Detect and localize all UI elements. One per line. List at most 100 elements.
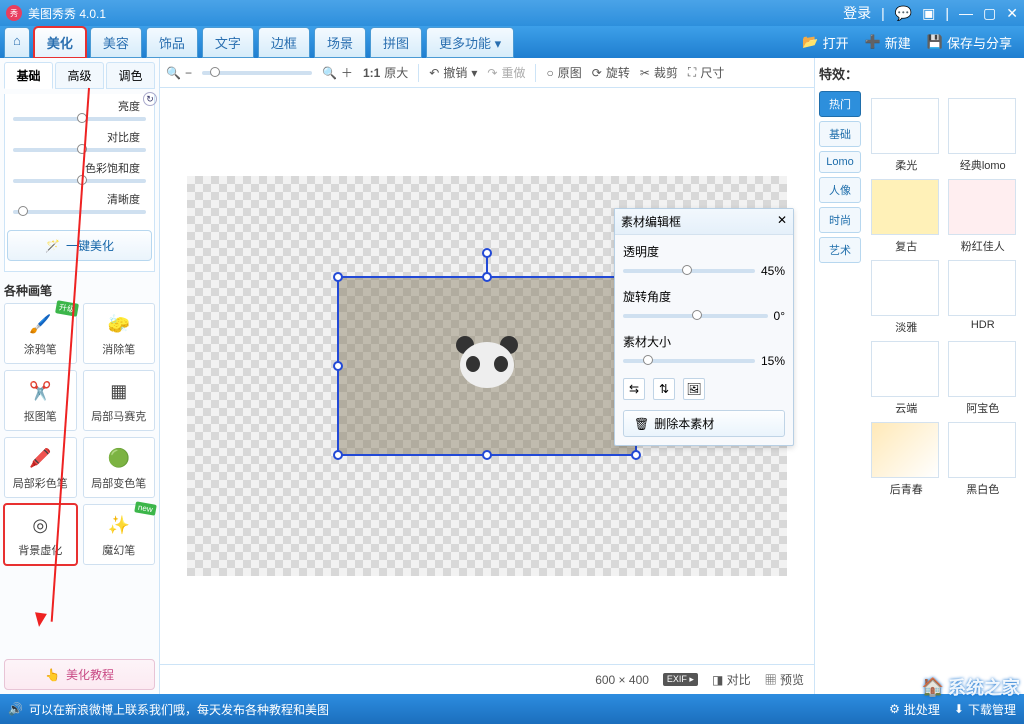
- home-icon: ⌂: [13, 33, 21, 48]
- trash-icon: 🗑: [634, 417, 649, 431]
- slider-saturation: 色彩饱和度: [7, 160, 152, 183]
- panel-close-icon[interactable]: ✕: [777, 213, 787, 230]
- save-button[interactable]: 💾保存与分享: [927, 33, 1012, 52]
- brush-eraser[interactable]: 🧽消除笔: [83, 303, 156, 364]
- fx-item[interactable]: 后青春: [871, 422, 942, 497]
- brush-colorpen[interactable]: 🖍️局部彩色笔: [4, 437, 77, 498]
- tab-frame[interactable]: 边框: [258, 27, 310, 58]
- adjust-tab-color[interactable]: 调色: [106, 62, 155, 89]
- tab-decor[interactable]: 饰品: [146, 27, 198, 58]
- fx-cat-lomo[interactable]: Lomo: [819, 151, 861, 173]
- status-message: 可以在新浪微博上联系我们哦，每天发布各种教程和美图: [29, 701, 329, 718]
- recolor-icon: 🟢: [105, 444, 133, 472]
- fx-item[interactable]: 云端: [871, 341, 942, 416]
- zoom-out-button[interactable]: 🔍−: [166, 66, 192, 80]
- rotate-slider[interactable]: [623, 314, 768, 318]
- fx-cat-art[interactable]: 艺术: [819, 237, 861, 263]
- fx-cat-portrait[interactable]: 人像: [819, 177, 861, 203]
- minimize-icon[interactable]: —: [959, 5, 973, 21]
- brush-recolor[interactable]: 🟢局部变色笔: [83, 437, 156, 498]
- flip-v-button[interactable]: ⇅: [653, 378, 675, 400]
- redo-button[interactable]: ↷重做: [487, 64, 525, 81]
- handle-bm[interactable]: [482, 450, 492, 460]
- canvas-stage[interactable]: 素材编辑框 ✕ 透明度 45% 旋转角度 0° 素材大小 15%: [160, 88, 814, 664]
- undo-button[interactable]: ↶撤销▾: [429, 64, 477, 81]
- tab-beautify[interactable]: 美化: [34, 27, 86, 58]
- statusbar: 🔊 可以在新浪微博上联系我们哦，每天发布各种教程和美图 ⚙批处理 ⬇下载管理 🏠…: [0, 694, 1024, 724]
- size-slider[interactable]: [623, 359, 755, 363]
- hand-icon: 👆: [45, 668, 60, 682]
- sliders-panel: 亮度 对比度 色彩饱和度 清晰度 🪄 一键美化: [4, 94, 155, 272]
- rotate-handle[interactable]: [482, 248, 492, 258]
- canvas-statusbar: 600 × 400 EXIF ▸ ◨ 对比 ▦ 预览: [160, 664, 814, 694]
- tab-collage[interactable]: 拼图: [370, 27, 422, 58]
- opacity-slider[interactable]: [623, 269, 755, 273]
- folder-icon: 📂: [802, 34, 818, 50]
- zoom-slider[interactable]: [202, 71, 312, 75]
- new-button[interactable]: ➕新建: [865, 33, 911, 52]
- saturation-slider[interactable]: [13, 179, 146, 183]
- adjust-tab-basic[interactable]: 基础: [4, 62, 53, 89]
- reset-icon[interactable]: ↻: [143, 92, 157, 106]
- resize-button[interactable]: ⛶尺寸: [688, 64, 724, 81]
- handle-bl[interactable]: [333, 450, 343, 460]
- handle-tl[interactable]: [333, 272, 343, 282]
- fx-item[interactable]: 柔光: [871, 98, 942, 173]
- maximize-icon[interactable]: ▢: [983, 5, 996, 22]
- panel-title: 素材编辑框: [621, 213, 681, 230]
- zoom-in-button[interactable]: 🔍＋: [322, 64, 353, 81]
- adjust-tab-advanced[interactable]: 高级: [55, 62, 104, 89]
- fx-item[interactable]: 黑白色: [948, 422, 1019, 497]
- tab-face[interactable]: 美容: [90, 27, 142, 58]
- fx-item[interactable]: HDR: [948, 260, 1019, 335]
- compare-button[interactable]: ◨ 对比: [712, 671, 751, 688]
- brush-magic[interactable]: new✨魔幻笔: [83, 504, 156, 565]
- download-manager-link[interactable]: ⬇下载管理: [954, 701, 1016, 718]
- zoom-11-button[interactable]: 1:1原大: [363, 64, 408, 81]
- skin-icon[interactable]: ▣: [922, 5, 935, 22]
- selection-box[interactable]: [337, 276, 637, 456]
- exif-button[interactable]: EXIF ▸: [663, 673, 698, 686]
- crop-button[interactable]: ✂裁剪: [640, 64, 678, 81]
- tab-home[interactable]: ⌂: [4, 27, 30, 58]
- rotate-button[interactable]: ⟳旋转: [592, 64, 630, 81]
- flip-h-button[interactable]: ⇆: [623, 378, 645, 400]
- onekey-beautify-button[interactable]: 🪄 一键美化: [7, 230, 152, 261]
- open-button[interactable]: 📂打开: [802, 33, 848, 52]
- fx-cat-hot[interactable]: 热门: [819, 91, 861, 117]
- tab-scene[interactable]: 场景: [314, 27, 366, 58]
- brush-doodle[interactable]: 升级🖌️涂鸦笔: [4, 303, 77, 364]
- original-button[interactable]: ○原图: [546, 64, 581, 81]
- slider-contrast: 对比度: [7, 129, 152, 152]
- fx-cat-fashion[interactable]: 时尚: [819, 207, 861, 233]
- login-link[interactable]: 登录: [843, 3, 871, 23]
- preview-button[interactable]: ▦ 预览: [765, 671, 804, 688]
- handle-br[interactable]: [631, 450, 641, 460]
- replace-button[interactable]: 🖼: [683, 378, 705, 400]
- fx-item[interactable]: 复古: [871, 179, 942, 254]
- delete-material-button[interactable]: 🗑 删除本素材: [623, 410, 785, 437]
- sharpness-slider[interactable]: [13, 210, 146, 214]
- brush-mosaic[interactable]: ▦局部马赛克: [83, 370, 156, 431]
- fx-item[interactable]: 淡雅: [871, 260, 942, 335]
- beautify-guide-link[interactable]: 👆 美化教程: [4, 659, 155, 690]
- handle-ml[interactable]: [333, 361, 343, 371]
- cutout-icon: ✂️: [26, 377, 54, 405]
- fx-item[interactable]: 经典lomo: [948, 98, 1019, 173]
- handle-tm[interactable]: [482, 272, 492, 282]
- material-image[interactable]: [452, 336, 522, 396]
- tab-text[interactable]: 文字: [202, 27, 254, 58]
- fx-item[interactable]: 粉红佳人: [948, 179, 1019, 254]
- batch-link[interactable]: ⚙批处理: [889, 701, 940, 718]
- fx-cat-basic[interactable]: 基础: [819, 121, 861, 147]
- brightness-slider[interactable]: [13, 117, 146, 121]
- feedback-icon[interactable]: 💬: [895, 5, 912, 22]
- contrast-slider[interactable]: [13, 148, 146, 152]
- tab-more[interactable]: 更多功能 ▾: [426, 27, 514, 58]
- effects-header: 特效：: [819, 64, 861, 83]
- brush-bgblur[interactable]: ◎背景虚化: [4, 504, 77, 565]
- close-icon[interactable]: ✕: [1006, 5, 1018, 22]
- brush-cutout[interactable]: ✂️抠图笔: [4, 370, 77, 431]
- fx-item[interactable]: 阿宝色: [948, 341, 1019, 416]
- effects-panel: 特效： 热门 基础 Lomo 人像 时尚 艺术 柔光 经典lomo 复古 粉红佳…: [814, 58, 1024, 694]
